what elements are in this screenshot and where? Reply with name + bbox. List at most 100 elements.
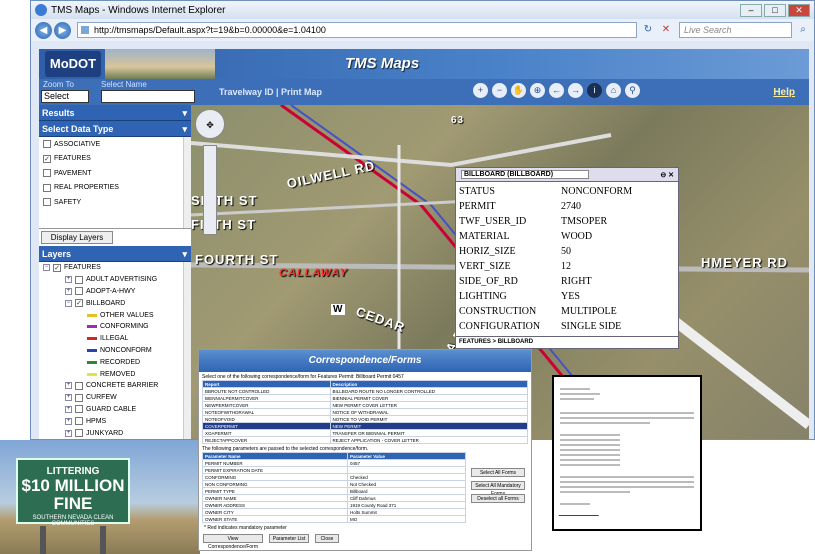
popup-close-icon[interactable]: ⊖ ✕ (660, 171, 674, 179)
select-data-type-header[interactable]: Select Data Type (39, 121, 191, 137)
building-icon[interactable]: ⌂ (606, 83, 621, 98)
expand-icon[interactable]: + (65, 429, 72, 437)
zoom-extent-icon[interactable]: ⊕ (530, 83, 545, 98)
zoom-to-select[interactable]: Select (41, 90, 89, 103)
checkbox[interactable] (75, 405, 83, 414)
layer-root[interactable]: − ✓ FEATURES (39, 262, 191, 274)
checkbox[interactable] (75, 275, 83, 284)
form-row[interactable]: REJECTAPPCOVER REJECT APPLICATION - COVER… (202, 436, 529, 444)
forward-icon[interactable]: ▶ (54, 21, 71, 39)
search-icon[interactable]: ⌕ (796, 23, 810, 37)
zoom-out-icon[interactable]: − (492, 83, 507, 98)
checkbox[interactable] (75, 429, 83, 438)
expand-icon[interactable]: + (65, 417, 72, 425)
mandatory-note: * Red indicates mandatory parameter (204, 525, 287, 531)
collapse-icon[interactable]: − (43, 264, 50, 272)
expand-icon[interactable]: + (65, 276, 72, 284)
expand-icon[interactable]: + (65, 382, 72, 390)
select-name-dropdown[interactable] (101, 90, 195, 103)
minimize-button[interactable]: – (740, 3, 762, 17)
next-extent-icon[interactable]: → (568, 83, 583, 98)
url-field[interactable]: http://tmsmaps/Default.aspx?t=19&b=0.000… (77, 22, 637, 38)
checkbox[interactable] (43, 140, 51, 149)
form-row[interactable]: COVERPERMIT NEW PERMIT (202, 422, 529, 430)
checkbox[interactable] (43, 198, 51, 207)
popup-attribute-row: CONSTRUCTION MULTIPOLE (459, 306, 617, 317)
form-row[interactable]: NEWPERMITCOVER NEW PERMIT COVER LETTER (202, 401, 529, 409)
parameter-list-button[interactable]: Parameter List (269, 534, 309, 543)
collapse-icon[interactable]: − (65, 299, 72, 307)
expand-icon[interactable]: + (65, 394, 72, 402)
scrollbar[interactable] (183, 137, 191, 228)
checkbox[interactable] (75, 417, 83, 426)
layer-item[interactable]: + ADULT ADVERTISING (39, 274, 191, 286)
scrollbar[interactable] (183, 262, 191, 439)
forms-table: Report Description BBROUTE NOT CONTROLLED… (202, 380, 529, 444)
layer-item[interactable]: + JUNKYARD (39, 427, 191, 439)
parameter-row: OWNER ADDRESS 1919 County Road 371 (202, 501, 467, 509)
form-row[interactable]: NOTEOFWITHDRAWAL NOTICE OF WITHDRAWAL (202, 408, 529, 416)
form-row[interactable]: BBROUTE NOT CONTROLLED BILLBOARD ROUTE NO… (202, 387, 529, 395)
more-layers: + CONCRETE BARRIER + CURFEW + GUARD CABLE + HPM… (39, 380, 191, 439)
results-header[interactable]: Results (39, 105, 191, 121)
map-label: FIFTH ST (191, 217, 257, 232)
checkbox[interactable]: ✓ (53, 263, 61, 272)
parameter-row: PERMIT TYPE Billboard (202, 487, 467, 495)
toolbar-links[interactable]: Travelway ID | Print Map (219, 87, 322, 97)
checkbox[interactable] (75, 381, 83, 390)
identify-icon[interactable]: i (587, 83, 602, 98)
data-type-item[interactable]: PAVEMENT (39, 166, 191, 181)
back-icon[interactable]: ◀ (35, 21, 52, 39)
layer-item[interactable]: + ADOPT-A-HWY (39, 286, 191, 298)
stop-icon[interactable]: ✕ (659, 23, 673, 37)
legend-item: REMOVED (39, 368, 191, 380)
checkbox[interactable]: ✓ (43, 154, 51, 163)
data-type-item[interactable]: SAFETY (39, 195, 191, 210)
refresh-icon[interactable]: ↻ (641, 23, 655, 37)
data-type-item[interactable]: ✓ FEATURES (39, 152, 191, 167)
form-row[interactable]: XOAPERMIT TRANSFER OR BIENNIAL PERMIT (202, 429, 529, 437)
layer-item[interactable]: + GUARD CABLE (39, 404, 191, 416)
checkbox[interactable] (43, 169, 51, 178)
select-mandatory-forms-button[interactable]: Select All Mandatory Forms (471, 481, 525, 497)
data-type-item[interactable]: ASSOCIATIVE (39, 137, 191, 152)
layer-item[interactable]: + HPMS (39, 415, 191, 427)
search-input[interactable]: Live Search (679, 22, 792, 38)
select-all-forms-button[interactable]: Select All Forms (471, 468, 525, 477)
prev-extent-icon[interactable]: ← (549, 83, 564, 98)
popup-footer: FEATURES > BILLBOARD (456, 336, 678, 348)
display-layers-button[interactable]: Display Layers (41, 231, 113, 244)
checkbox[interactable] (43, 183, 51, 192)
pan-icon[interactable]: ✋ (511, 83, 526, 98)
data-type-item[interactable]: REAL PROPERTIES (39, 181, 191, 196)
close-button[interactable]: Close (315, 534, 339, 543)
popup-feature-select[interactable]: BILLBOARD (BILLBOARD) (461, 170, 589, 179)
checkbox[interactable]: ✓ (75, 299, 83, 308)
select-name-label: Select Name (101, 80, 147, 89)
magnify-icon[interactable]: ⚲ (625, 83, 640, 98)
pan-control-icon[interactable]: ✥ (195, 109, 225, 139)
zoom-in-icon[interactable]: + (473, 83, 488, 98)
deselect-all-forms-button[interactable]: Deselect all Forms (471, 494, 525, 503)
parameter-row: PERMIT NUMBER 0457 (202, 459, 467, 467)
close-button[interactable]: ✕ (788, 3, 810, 17)
legend-item: NONCONFORM (39, 345, 191, 357)
correspondence-instructions: Select one of the following corresponden… (202, 374, 404, 380)
app-title: TMS Maps (345, 55, 420, 72)
checkbox[interactable] (75, 287, 83, 296)
form-row[interactable]: BIENNIALPERMITCOVER BIENNIAL PERMIT COVER (202, 394, 529, 402)
zoom-slider[interactable] (203, 145, 217, 235)
layers-header[interactable]: Layers (39, 246, 191, 262)
popup-header: BILLBOARD (BILLBOARD) ⊖ ✕ (456, 168, 678, 182)
layer-item[interactable]: − ✓ BILLBOARD (39, 297, 191, 309)
checkbox[interactable] (75, 393, 83, 402)
expand-icon[interactable]: + (65, 405, 72, 413)
map-label: 63 (451, 115, 465, 126)
help-link[interactable]: Help (773, 87, 795, 98)
form-row[interactable]: NOTEOFVOID NOTICE TO VOID PERMIT (202, 415, 529, 423)
view-form-button[interactable]: View Correspondence/Form (203, 534, 263, 550)
maximize-button[interactable]: □ (764, 3, 786, 17)
layer-item[interactable]: + CURFEW (39, 392, 191, 404)
expand-icon[interactable]: + (65, 287, 72, 295)
layer-item[interactable]: + CONCRETE BARRIER (39, 380, 191, 392)
